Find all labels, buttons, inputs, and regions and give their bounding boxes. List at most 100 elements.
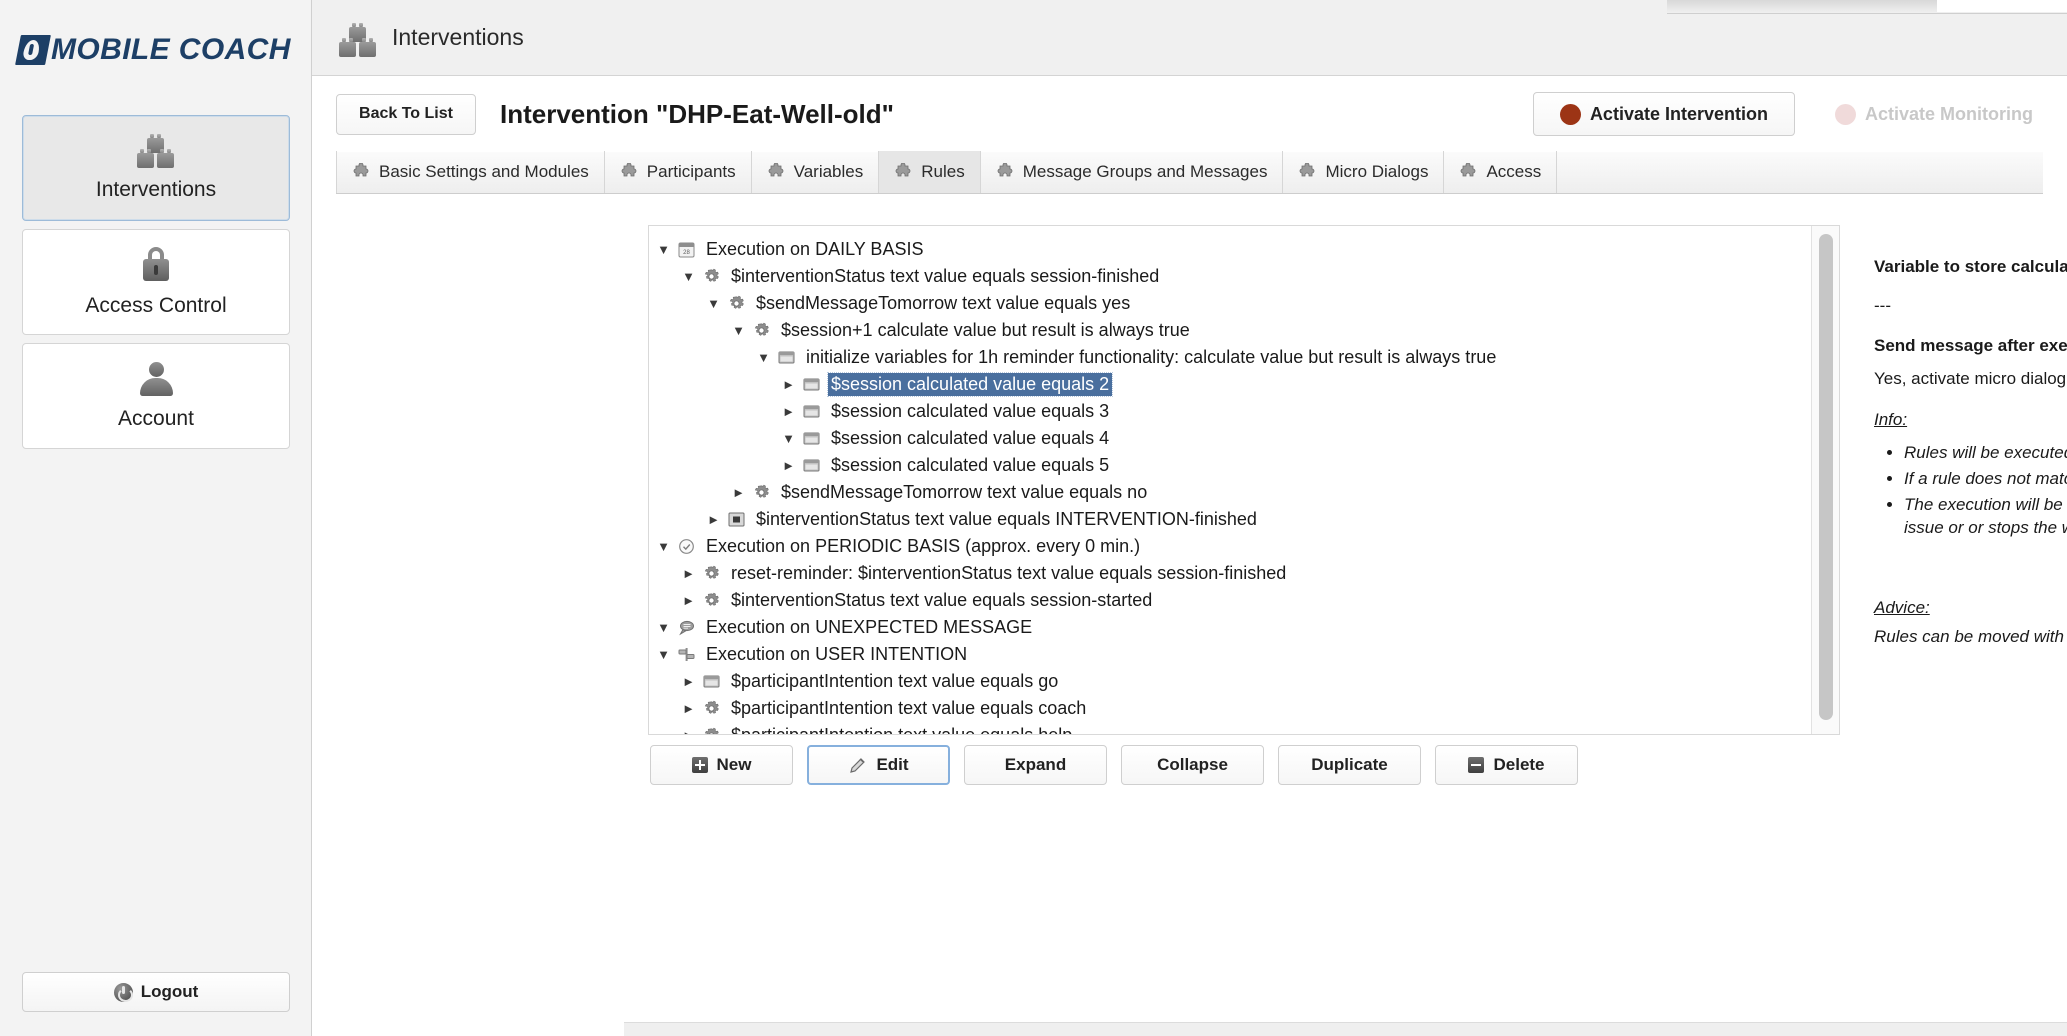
page-title: Interventions	[392, 24, 524, 51]
tab-label: Access	[1486, 162, 1541, 182]
chevron-down-icon[interactable]: ▼	[707, 297, 720, 310]
tree-row[interactable]: ►$session calculated value equals 2	[657, 371, 1811, 398]
chevron-right-icon[interactable]: ►	[682, 729, 695, 734]
tab-label: Rules	[921, 162, 964, 182]
window-icon	[802, 457, 821, 474]
puzzle-icon	[1298, 163, 1317, 182]
chevron-right-icon[interactable]: ►	[782, 378, 795, 391]
tree-row[interactable]: ▼Execution on UNEXPECTED MESSAGE	[657, 614, 1811, 641]
back-to-list-button[interactable]: Back To List	[336, 94, 476, 135]
new-button[interactable]: New	[650, 745, 793, 785]
tree-row[interactable]: ▼ $interventionStatus text value equals s…	[657, 263, 1811, 290]
chevron-down-icon[interactable]: ▼	[657, 621, 670, 634]
puzzle-icon	[996, 163, 1015, 182]
blocks-icon	[134, 134, 178, 168]
svg-text:28: 28	[683, 250, 690, 256]
activate-monitoring-label: Activate Monitoring	[1865, 104, 2033, 125]
tree-row-label: $interventionStatus text value equals IN…	[753, 508, 1260, 531]
chevron-down-icon[interactable]: ▼	[657, 243, 670, 256]
tree-row[interactable]: ►$participantIntention text value equals…	[657, 722, 1811, 734]
tree-scrollbar-thumb[interactable]	[1819, 234, 1833, 720]
tree-row-label: $participantIntention text value equals …	[728, 670, 1061, 693]
tree-row[interactable]: ▼ initialize variables for 1h reminder fu…	[657, 344, 1811, 371]
chevron-right-icon[interactable]: ►	[682, 567, 695, 580]
logout-button[interactable]: Logout	[22, 972, 290, 1012]
tab-basic-settings[interactable]: Basic Settings and Modules	[336, 151, 605, 193]
status-dot-icon	[1560, 104, 1581, 125]
toolbar-actions: Activate Intervention Activate Monitorin…	[1533, 92, 2043, 136]
tree-row[interactable]: ►$participantIntention text value equals…	[657, 695, 1811, 722]
tab-participants[interactable]: Participants	[605, 151, 752, 193]
chevron-right-icon[interactable]: ►	[782, 405, 795, 418]
tree-row[interactable]: ► $participantIntention text value equals…	[657, 668, 1811, 695]
advice-block: Advice: Rules can be moved with the mous…	[1874, 596, 2067, 649]
duplicate-button[interactable]: Duplicate	[1278, 745, 1421, 785]
edit-button-label: Edit	[876, 755, 908, 775]
advice-heading: Advice:	[1874, 596, 2067, 621]
chevron-down-icon[interactable]: ▼	[732, 324, 745, 337]
intervention-toolbar: Back To List Intervention "DHP-Eat-Well-…	[312, 76, 2067, 152]
sidebar-item-label: Access Control	[85, 294, 226, 318]
puzzle-icon	[1459, 163, 1478, 182]
rules-tree[interactable]: ▼28Execution on DAILY BASIS▼$interventio…	[649, 226, 1811, 734]
tree-row[interactable]: ►$session calculated value equals 5	[657, 452, 1811, 479]
chevron-right-icon[interactable]: ►	[707, 513, 720, 526]
tab-rules[interactable]: Rules	[879, 151, 980, 193]
chevron-down-icon[interactable]: ▼	[682, 270, 695, 283]
tree-row[interactable]: ▼Execution on PERIODIC BASIS (approx. ev…	[657, 533, 1811, 560]
puzzle-icon	[767, 163, 786, 182]
delete-button-label: Delete	[1493, 755, 1544, 775]
window-chrome-sliver	[1937, 0, 2067, 12]
tab-label: Micro Dialogs	[1325, 162, 1428, 182]
puzzle-icon	[352, 163, 371, 182]
tree-scrollbar[interactable]	[1811, 226, 1839, 734]
gear-icon	[752, 322, 771, 339]
blocks-icon	[336, 23, 374, 53]
tree-row[interactable]: ► $interventionStatus text value equals s…	[657, 587, 1811, 614]
tree-row-label: $sendMessageTomorrow text value equals n…	[778, 481, 1150, 504]
chevron-down-icon[interactable]: ▼	[782, 432, 795, 445]
tree-row-label: $interventionStatus text value equals se…	[728, 265, 1162, 288]
tree-row[interactable]: ▼ $session calculated value equals 4	[657, 425, 1811, 452]
tab-micro-dialogs[interactable]: Micro Dialogs	[1283, 151, 1444, 193]
tree-row[interactable]: ▼Execution on USER INTENTION	[657, 641, 1811, 668]
advice-text: Rules can be moved with the mouse!	[1874, 625, 2067, 650]
edit-button[interactable]: Edit	[807, 745, 950, 785]
sidebar-item-interventions[interactable]: Interventions	[22, 115, 290, 221]
tree-row-label: $interventionStatus text value equals se…	[728, 589, 1155, 612]
chevron-right-icon[interactable]: ►	[782, 459, 795, 472]
pencil-icon	[848, 756, 867, 775]
tree-row[interactable]: ►reset-reminder: $interventionStatus tex…	[657, 560, 1811, 587]
chevron-right-icon[interactable]: ►	[682, 702, 695, 715]
chevron-down-icon[interactable]: ▼	[657, 648, 670, 661]
window-icon	[802, 430, 821, 447]
collapse-button[interactable]: Collapse	[1121, 745, 1264, 785]
tree-row-label: $sendMessageTomorrow text value equals y…	[753, 292, 1133, 315]
activate-intervention-button[interactable]: Activate Intervention	[1533, 92, 1795, 136]
tree-row[interactable]: ►$session calculated value equals 3	[657, 398, 1811, 425]
tree-row[interactable]: ▼ $sendMessageTomorrow text value equals …	[657, 290, 1811, 317]
chevron-down-icon[interactable]: ▼	[757, 351, 770, 364]
power-icon	[114, 983, 133, 1002]
tree-row-label: $session calculated value equals 4	[828, 427, 1112, 450]
activate-monitoring-button[interactable]: Activate Monitoring	[1825, 92, 2043, 136]
variable-heading: Variable to store calculation result of …	[1874, 255, 2067, 280]
tab-message-groups[interactable]: Message Groups and Messages	[981, 151, 1284, 193]
chevron-down-icon[interactable]: ▼	[657, 540, 670, 553]
tree-row[interactable]: ▼$session+1 calculate value but result i…	[657, 317, 1811, 344]
chevron-right-icon[interactable]: ►	[732, 486, 745, 499]
sidebar-item-access-control[interactable]: Access Control	[22, 229, 290, 335]
tree-row[interactable]: ▼28Execution on DAILY BASIS	[657, 236, 1811, 263]
chevron-right-icon[interactable]: ►	[682, 675, 695, 688]
tree-row[interactable]: ► $interventionStatus text value equals I…	[657, 506, 1811, 533]
lock-icon	[136, 246, 176, 284]
delete-button[interactable]: Delete	[1435, 745, 1578, 785]
stop-icon	[727, 511, 746, 528]
tree-row-label: initialize variables for 1h reminder fun…	[803, 346, 1499, 369]
sidebar-item-account[interactable]: Account	[22, 343, 290, 449]
chevron-right-icon[interactable]: ►	[682, 594, 695, 607]
tab-access[interactable]: Access	[1444, 151, 1557, 193]
tab-variables[interactable]: Variables	[752, 151, 880, 193]
tree-row[interactable]: ► $sendMessageTomorrow text value equals …	[657, 479, 1811, 506]
expand-button[interactable]: Expand	[964, 745, 1107, 785]
